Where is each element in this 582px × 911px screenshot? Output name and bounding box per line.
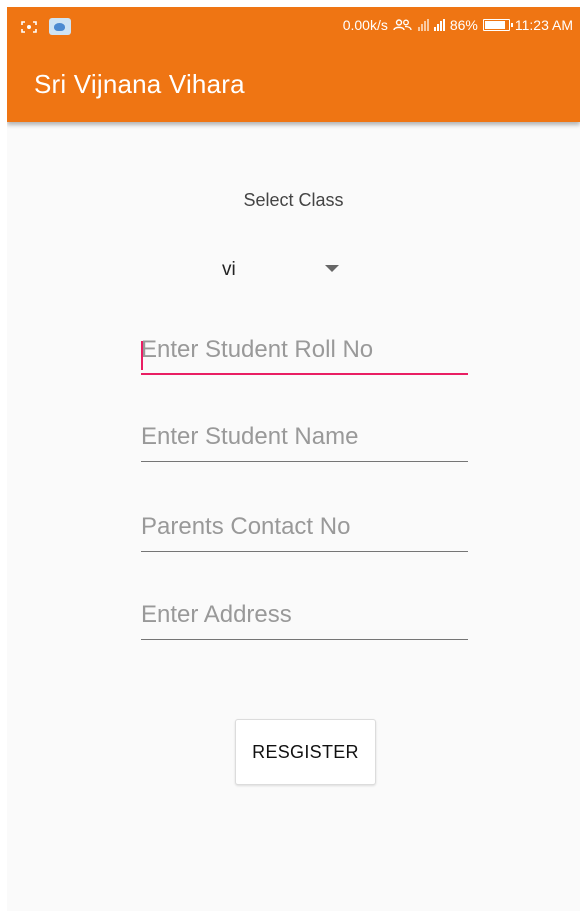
status-time: 11:23 AM bbox=[514, 17, 573, 33]
network-speed: 0.00k/s bbox=[342, 17, 388, 33]
screenshot-icon bbox=[21, 20, 37, 33]
chevron-down-icon bbox=[325, 265, 339, 272]
class-dropdown[interactable]: vi bbox=[220, 255, 355, 283]
text-cursor bbox=[141, 341, 143, 370]
app-title: Sri Vijnana Vihara bbox=[34, 69, 245, 99]
battery-level bbox=[484, 21, 505, 29]
battery-icon bbox=[482, 19, 513, 31]
battery-percent: 86% bbox=[449, 17, 478, 33]
roll-no-input[interactable] bbox=[141, 331, 468, 375]
signal-icon bbox=[417, 19, 429, 31]
people-icon bbox=[393, 19, 412, 31]
address-input[interactable] bbox=[141, 596, 468, 640]
select-class-label: Select Class bbox=[243, 190, 344, 210]
student-name-input[interactable] bbox=[141, 418, 468, 462]
status-left-icons bbox=[21, 18, 71, 35]
status-right-info: 0.00k/s 86% 11:23 AM bbox=[343, 17, 573, 33]
register-button[interactable]: RESGISTER bbox=[235, 719, 376, 785]
app-screen: 0.00k/s 86% 11:23 AM Sri Vijnana Vihara … bbox=[7, 7, 580, 911]
parents-contact-input[interactable] bbox=[141, 508, 468, 552]
status-bar: 0.00k/s 86% 11:23 AM bbox=[7, 7, 580, 45]
app-bar: 0.00k/s 86% 11:23 AM Sri Vijnana Vihara bbox=[7, 7, 580, 122]
signal-icon bbox=[433, 19, 445, 31]
weather-icon bbox=[49, 18, 71, 35]
class-dropdown-value: vi bbox=[222, 259, 236, 280]
